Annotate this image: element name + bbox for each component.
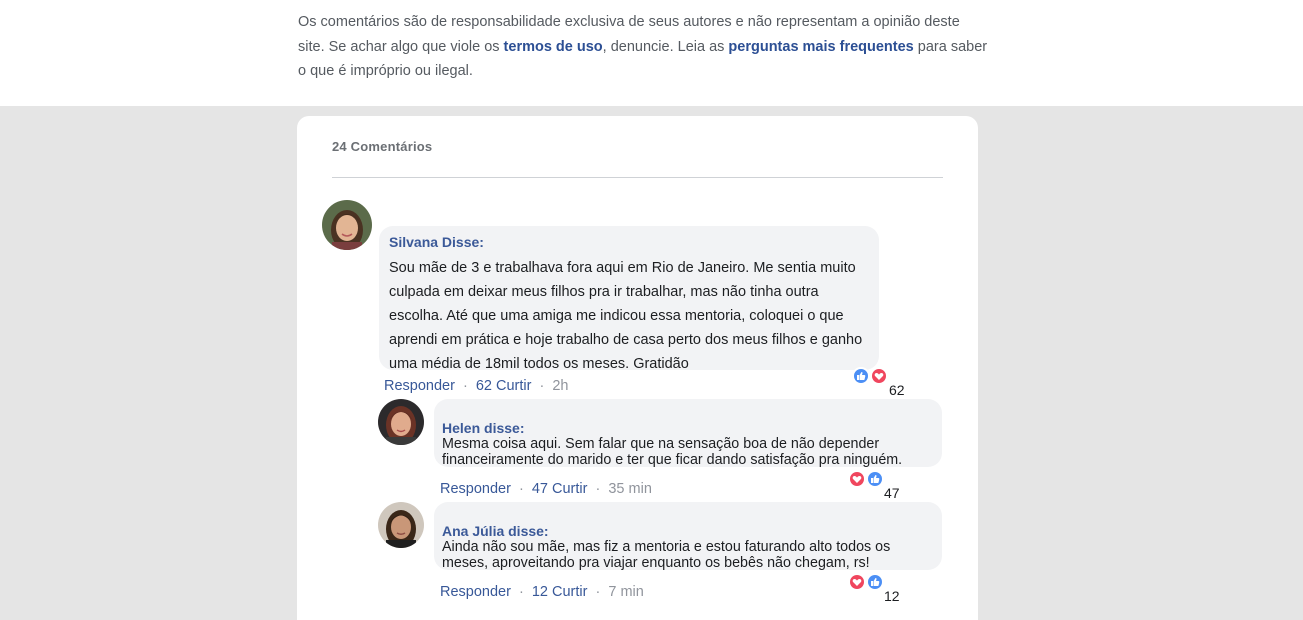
separator: · (518, 584, 524, 600)
avatar[interactable] (378, 399, 424, 445)
comment-author[interactable]: Helen disse: (442, 420, 933, 436)
comment-actions: Responder · 12 Curtir · 7 min (440, 584, 644, 600)
comment-actions: Responder · 47 Curtir · 35 min (440, 481, 652, 497)
reply-button[interactable]: Responder (440, 481, 511, 497)
comments-card: 24 Comentários Silvana Disse: Sou mãe de… (297, 116, 978, 620)
reaction-count: 62 (889, 382, 905, 398)
heart-icon (870, 367, 888, 385)
avatar[interactable] (378, 502, 424, 548)
heart-icon (848, 573, 866, 591)
heart-icon (848, 470, 866, 488)
reaction-count: 12 (884, 588, 900, 604)
like-icon (852, 367, 870, 385)
like-button[interactable]: 62 Curtir (476, 378, 532, 394)
comment-bubble: Helen disse: Mesma coisa aqui. Sem falar… (434, 399, 942, 468)
comment-actions: Responder · 62 Curtir · 2h (384, 378, 569, 394)
comment-author[interactable]: Silvana Disse: (389, 233, 870, 251)
separator: · (518, 481, 524, 497)
reply-button[interactable]: Responder (384, 378, 455, 394)
comment-author[interactable]: Ana Júlia disse: (442, 523, 933, 539)
comment-time: 35 min (608, 481, 652, 497)
like-button[interactable]: 47 Curtir (532, 481, 588, 497)
terms-of-use-link[interactable]: termos de uso (504, 39, 603, 55)
comments-notice: Os comentários são de responsabilidade e… (0, 0, 1303, 106)
comments-count: 24 Comentários (332, 139, 433, 154)
comment-text: Mesma coisa aqui. Sem falar que na sensa… (442, 436, 903, 468)
comment-text: Sou mãe de 3 e trabalhava fora aqui em R… (389, 260, 863, 372)
separator: · (539, 378, 545, 394)
separator: · (595, 481, 601, 497)
divider (332, 177, 943, 178)
reply-button[interactable]: Responder (440, 584, 511, 600)
separator: · (462, 378, 468, 394)
reaction-count: 47 (884, 485, 900, 501)
comment-time: 2h (552, 378, 569, 394)
comment-time: 7 min (608, 584, 644, 600)
like-icon (866, 470, 884, 488)
comment-bubble: Silvana Disse: Sou mãe de 3 e trabalhava… (379, 226, 879, 372)
faq-link[interactable]: perguntas mais frequentes (728, 39, 913, 55)
like-button[interactable]: 12 Curtir (532, 584, 588, 600)
comment-text: Ainda não sou mãe, mas fiz a mentoria e … (442, 539, 891, 571)
separator: · (595, 584, 601, 600)
notice-text-part2: , denuncie. Leia as (602, 38, 729, 55)
comment-bubble: Ana Júlia disse: Ainda não sou mãe, mas … (434, 502, 942, 571)
avatar[interactable] (322, 200, 372, 250)
like-icon (866, 573, 884, 591)
notice-text: Os comentários são de responsabilidade e… (298, 10, 988, 84)
